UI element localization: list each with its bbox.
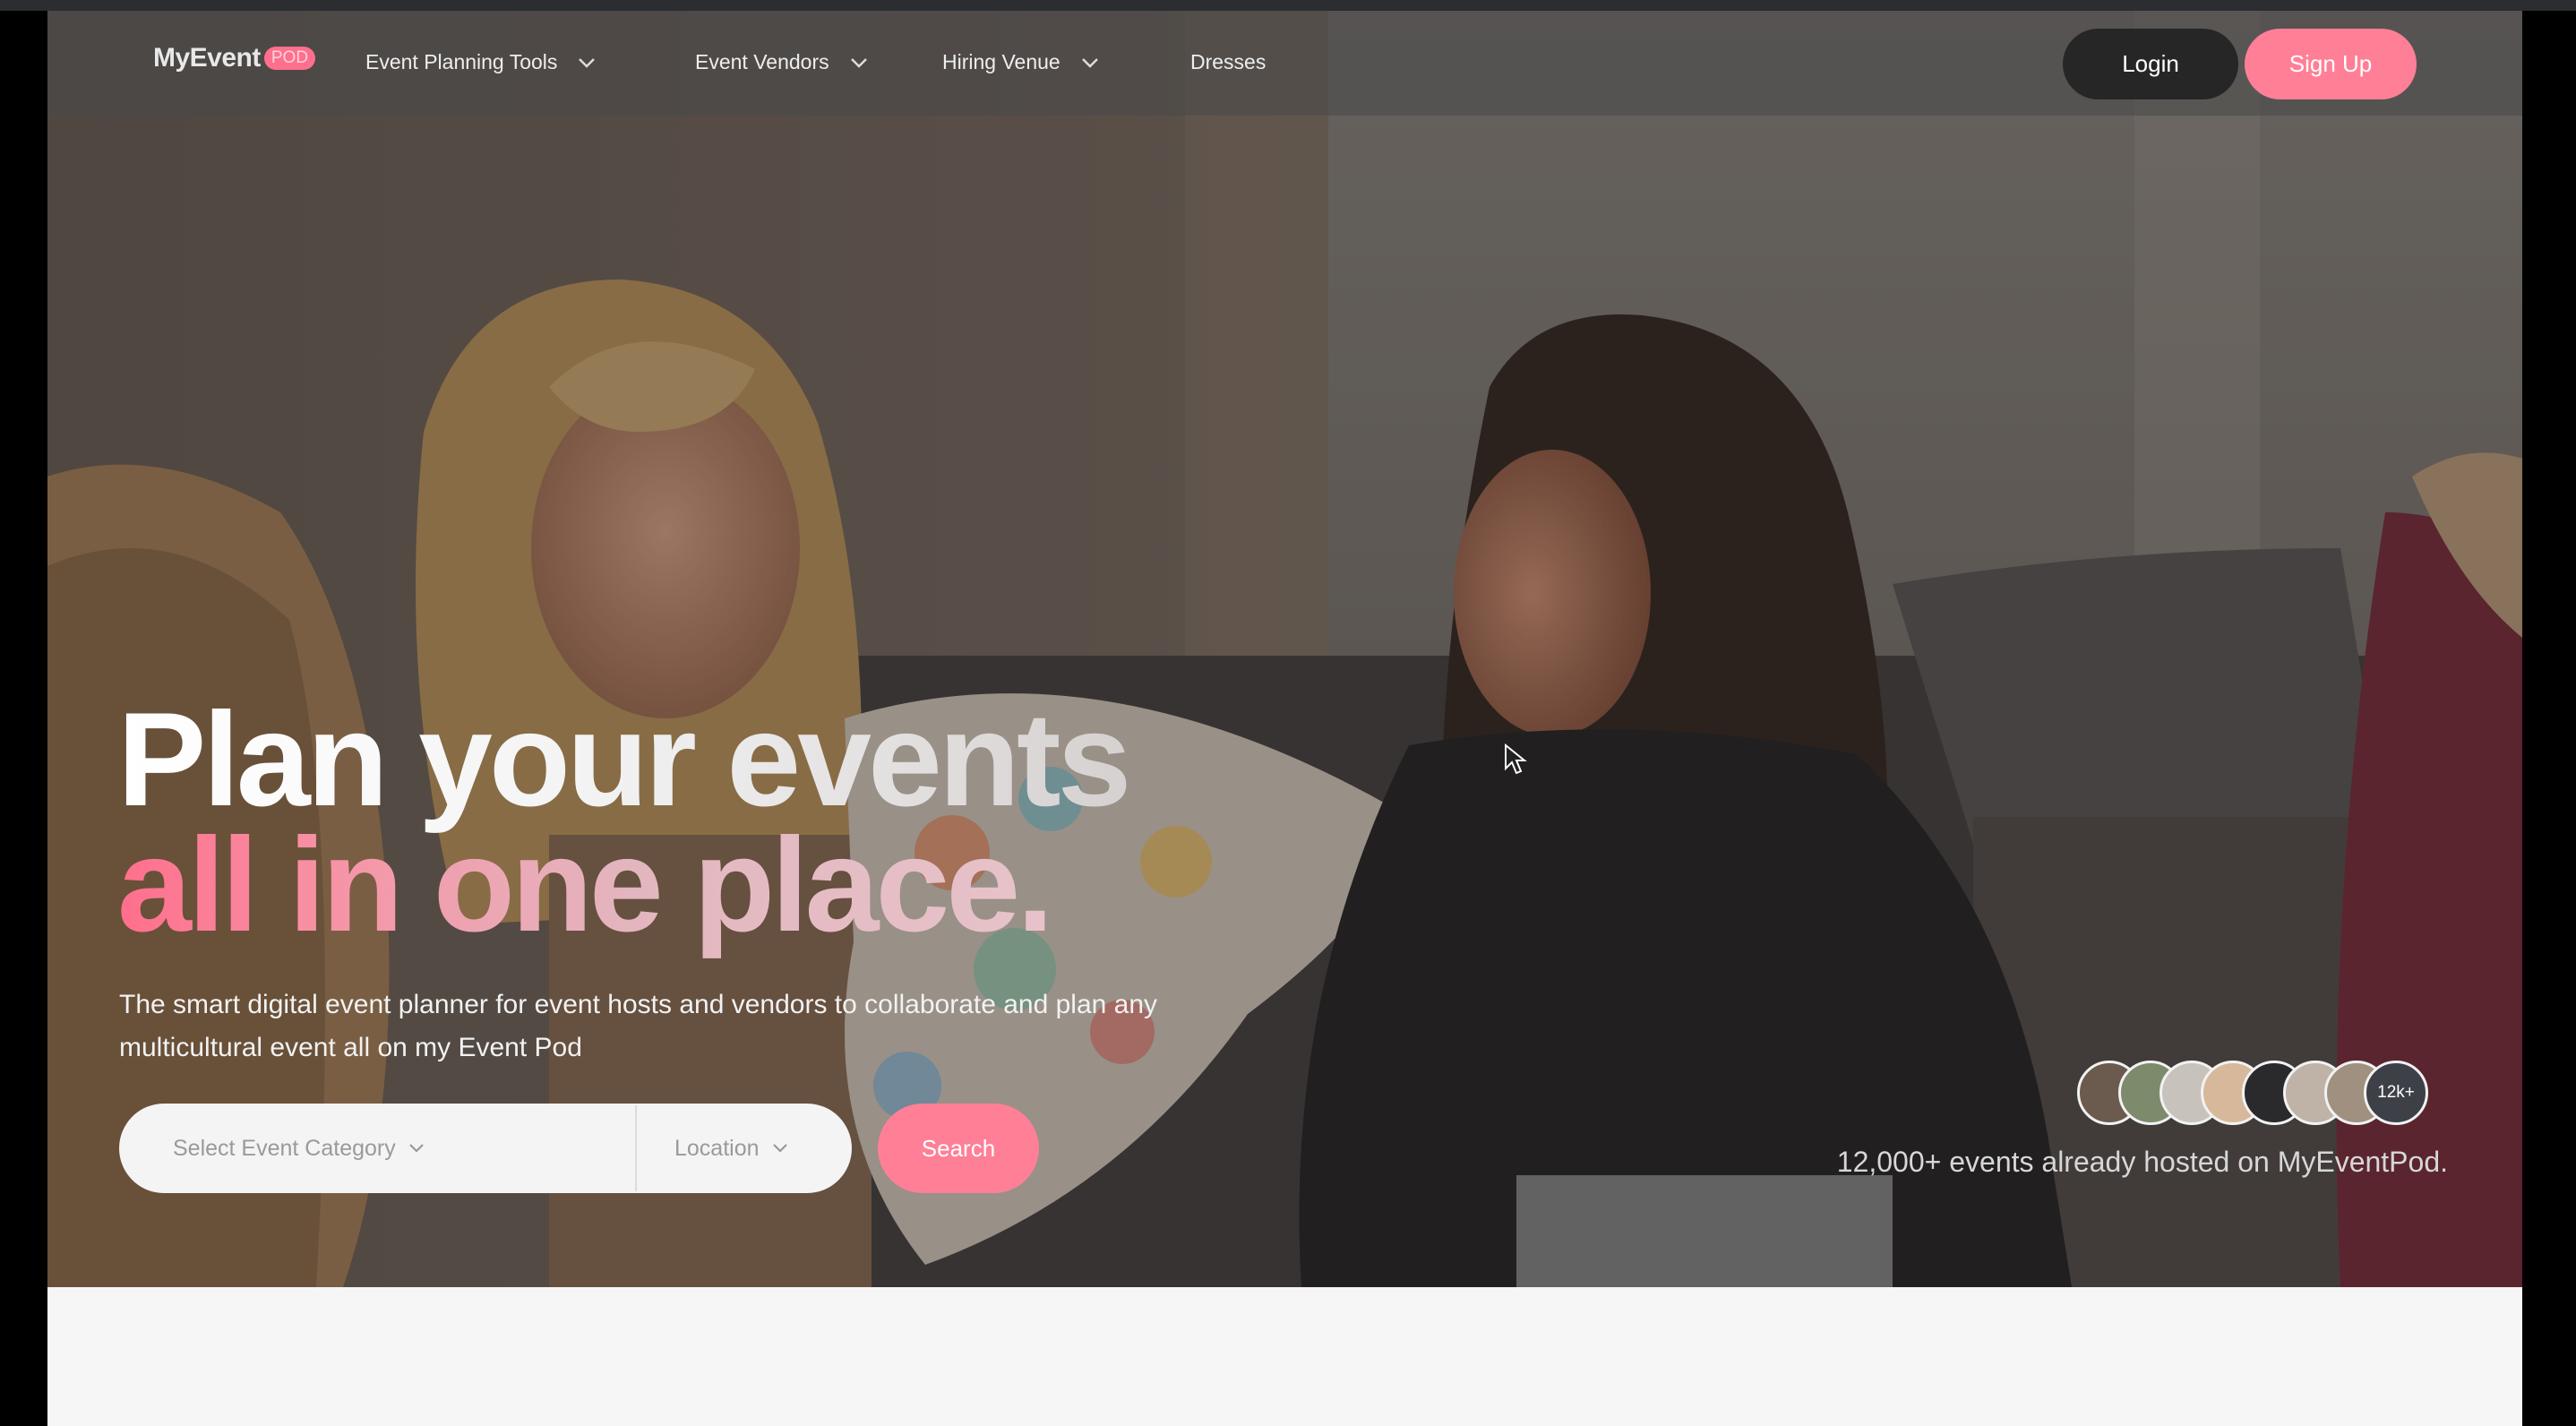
mouse-cursor-icon [1505,743,1527,775]
chevron-down-icon [772,1144,787,1153]
event-category-select[interactable]: Select Event Category [173,1104,425,1193]
nav-item-label: Event Vendors [695,50,829,73]
location-select[interactable]: Location [674,1104,788,1193]
nav-event-planning-tools[interactable]: Event Planning Tools [365,50,597,74]
nav-event-vendors[interactable]: Event Vendors [695,50,869,74]
nav-dresses[interactable]: Dresses [1190,50,1266,74]
login-button[interactable]: Login [2063,29,2238,99]
nav-item-label: Dresses [1190,50,1267,73]
chevron-down-icon [579,57,596,68]
top-navbar: MyEvent POD Event Planning Tools Event V… [47,11,2522,116]
chevron-down-icon [1081,57,1098,68]
nav-item-label: Event Planning Tools [365,50,558,73]
search-divider [635,1105,637,1191]
brand-logo-text: MyEvent [153,43,261,73]
hero-section: MyEvent POD Event Planning Tools Event V… [47,11,2522,1287]
nav-hiring-venue[interactable]: Hiring Venue [942,50,1100,74]
event-category-placeholder: Select Event Category [173,1135,396,1161]
event-search-bar: Select Event Category Location [119,1104,852,1193]
nav-item-label: Hiring Venue [942,50,1060,73]
hero-headline: Plan your events all in one place. [117,692,1131,951]
search-button[interactable]: Search [878,1104,1039,1193]
window-top-strip [0,0,2576,11]
location-placeholder: Location [674,1135,760,1161]
events-hosted-text: 12,000+ events already hosted on MyEvent… [1836,1146,2448,1178]
hero-subheading: The smart digital event planner for even… [119,990,1158,1062]
brand-logo-badge: POD [263,47,316,70]
chevron-down-icon [408,1144,424,1153]
hero-headline-line2: all in one place. [117,810,1054,959]
page: MyEvent POD Event Planning Tools Event V… [47,11,2522,1426]
window-right-edge [2524,11,2576,1426]
avatar-count-badge: 12k+ [2364,1061,2428,1125]
signup-button[interactable]: Sign Up [2245,29,2417,99]
chevron-down-icon [850,57,867,68]
brand-logo[interactable]: MyEvent POD [153,43,316,73]
